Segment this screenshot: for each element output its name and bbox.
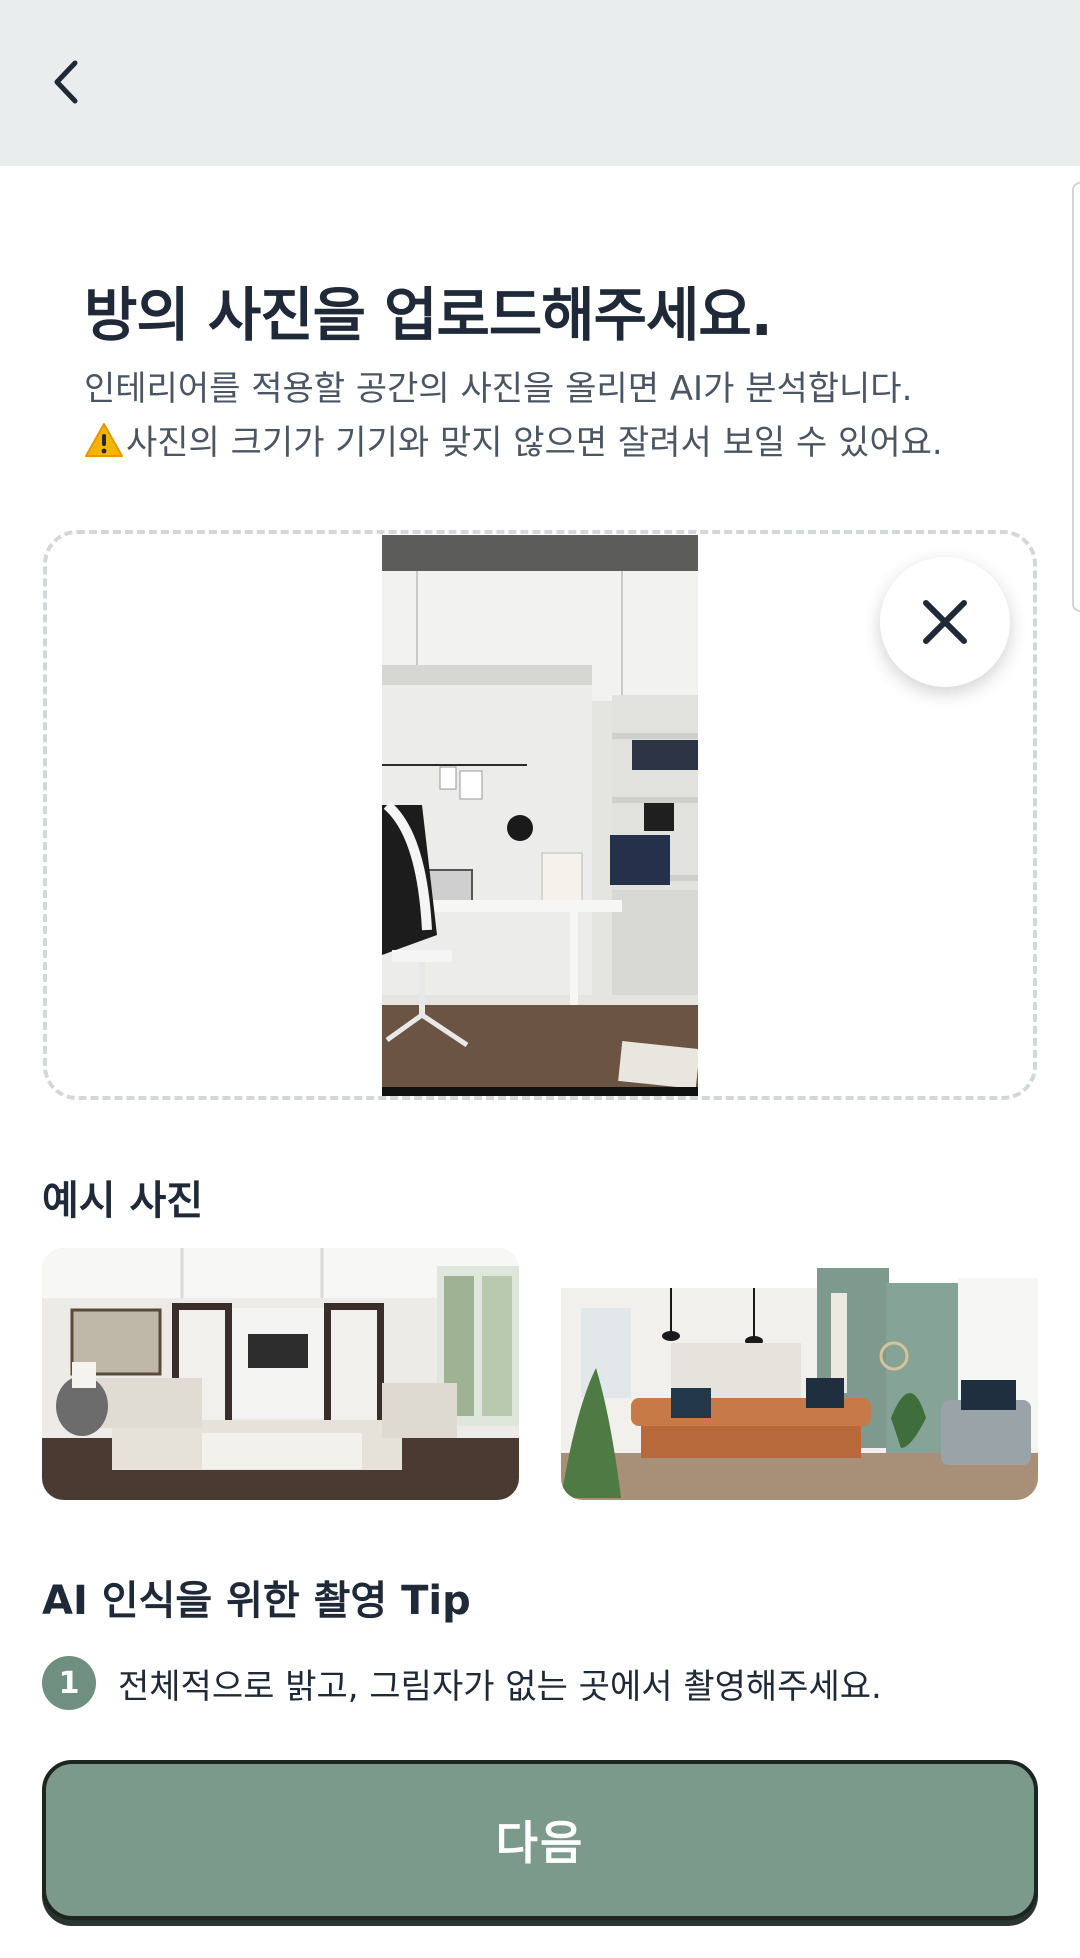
close-icon	[923, 600, 967, 644]
next-button[interactable]: 다음	[42, 1760, 1038, 1920]
uploaded-room-photo	[382, 535, 698, 1096]
page-description: 인테리어를 적용할 공간의 사진을 올리면 AI가 분석합니다. 사진의 크기가…	[84, 362, 943, 470]
warning-icon	[85, 423, 123, 457]
example-photo-2[interactable]	[561, 1248, 1038, 1500]
tip-text: 전체적으로 밝고, 그림자가 없는 곳에서 촬영해주세요.	[118, 1666, 882, 1707]
example-photo-1[interactable]	[42, 1248, 519, 1500]
back-button[interactable]	[40, 52, 92, 112]
top-bar	[0, 0, 1080, 166]
next-button-label: 다음	[495, 1816, 585, 1870]
tip-item: 1 전체적으로 밝고, 그림자가 없는 곳에서 촬영해주세요.	[42, 1655, 882, 1711]
tips-title: AI 인식을 위한 촬영 Tip	[42, 1578, 471, 1624]
page-title: 방의 사진을 업로드해주세요.	[84, 281, 773, 349]
chevron-left-icon	[54, 60, 78, 104]
examples-title: 예시 사진	[42, 1178, 204, 1224]
tip-number-badge: 1	[42, 1656, 96, 1710]
description-line-2-row: 사진의 크기가 기기와 맞지 않으면 잘려서 보일 수 있어요.	[84, 416, 943, 470]
scroll-indicator[interactable]	[1072, 182, 1080, 612]
remove-photo-button[interactable]	[880, 557, 1010, 687]
description-line-2: 사진의 크기가 기기와 맞지 않으면 잘려서 보일 수 있어요.	[126, 423, 943, 463]
description-line-1: 인테리어를 적용할 공간의 사진을 올리면 AI가 분석합니다.	[84, 369, 913, 409]
